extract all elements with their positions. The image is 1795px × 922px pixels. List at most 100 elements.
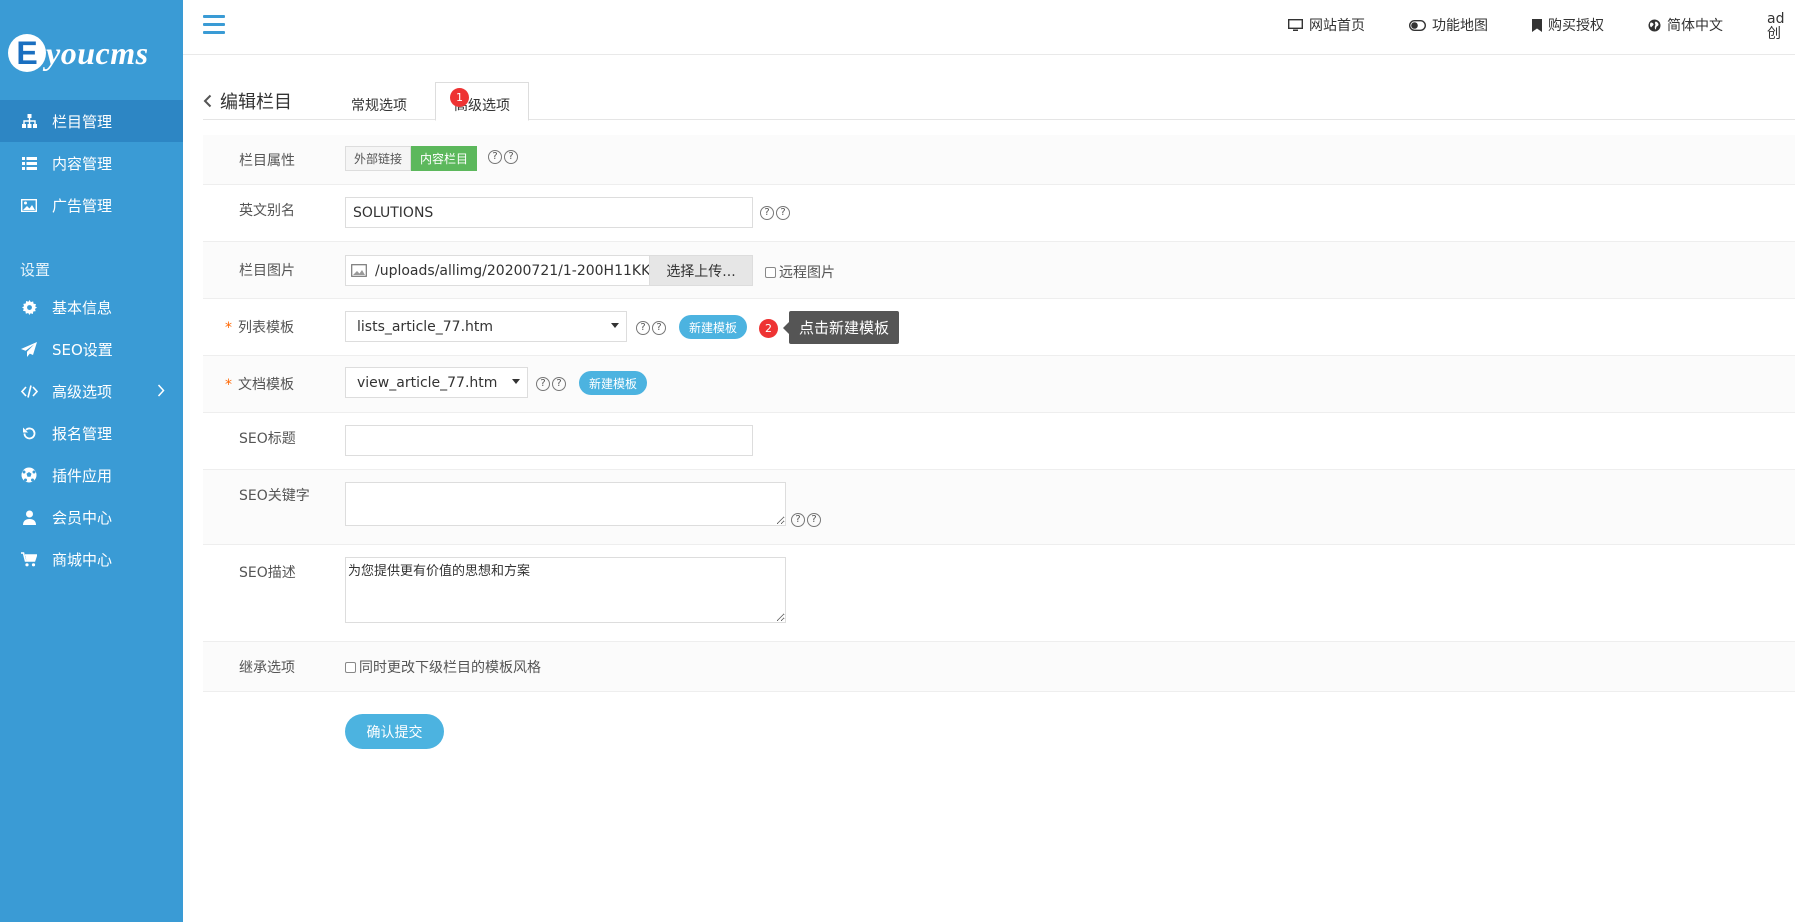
top-link-label: 功能地图 — [1432, 18, 1488, 34]
monitor-icon — [1288, 18, 1303, 31]
list-template-select[interactable]: lists_article_77.htm — [345, 311, 627, 342]
sidebar-item-shop[interactable]: 商城中心 — [0, 538, 183, 580]
sidebar-item-label: 会员中心 — [52, 508, 113, 527]
sidebar-item-members[interactable]: 会员中心 — [0, 496, 183, 538]
required-mark: * — [225, 377, 232, 393]
logo-text: youcms — [46, 34, 149, 71]
column-image-input[interactable]: /uploads/allimg/20200721/1-200H11KK44 选择… — [345, 255, 753, 286]
top-links: 网站首页 功能地图 购买授权 简体中文 ad 创 — [1288, 0, 1795, 50]
help-icon[interactable]: ? — [504, 150, 518, 164]
back-button[interactable]: 编辑栏目 — [203, 88, 292, 114]
sidebar-item-column[interactable]: 栏目管理 — [0, 100, 183, 142]
new-list-template-button[interactable]: 新建模板 — [679, 315, 748, 339]
sidebar-item-label: 插件应用 — [52, 466, 113, 485]
tab-advanced[interactable]: 高级选项 1 — [435, 82, 529, 121]
row-column-attribute: 栏目属性 外部链接 内容栏目 ?? — [203, 135, 1795, 185]
sidebar-item-label: SEO设置 — [52, 340, 113, 359]
row-english-alias: 英文别名 SOLUTIONS ?? — [203, 185, 1795, 242]
new-doc-template-button[interactable]: 新建模板 — [579, 371, 648, 395]
upload-button[interactable]: 选择上传... — [649, 256, 752, 285]
logo[interactable]: E youcms — [8, 30, 149, 76]
sidebar-item-label: 基本信息 — [52, 298, 113, 317]
seo-keywords-textarea[interactable] — [345, 482, 786, 526]
seo-title-input[interactable] — [345, 425, 753, 456]
dropdown-arrow-icon — [611, 323, 619, 328]
sidebar-item-content[interactable]: 内容管理 — [0, 142, 183, 184]
field-label: SEO标题 — [239, 431, 296, 447]
image-icon — [20, 196, 38, 214]
sidebar-item-seo[interactable]: SEO设置 — [0, 328, 183, 370]
sidebar: E youcms 栏目管理 内容管理 广告管理 设置 基本信息 SEO设置 高级… — [0, 0, 183, 922]
row-doc-template: * 文档模板 view_article_77.htm ?? 新建模板 — [203, 356, 1795, 413]
sidebar-item-plugins[interactable]: 插件应用 — [0, 454, 183, 496]
step-badge-1: 1 — [450, 88, 469, 107]
help-icon[interactable]: ? — [807, 513, 821, 527]
doc-template-select[interactable]: view_article_77.htm — [345, 367, 528, 398]
row-column-image: 栏目图片 /uploads/allimg/20200721/1-200H11KK… — [203, 242, 1795, 299]
top-link-language[interactable]: 简体中文 — [1648, 15, 1723, 35]
required-mark: * — [225, 320, 232, 336]
sitemap-icon — [20, 112, 38, 130]
help-icon[interactable]: ? — [488, 150, 502, 164]
edit-column-form: 栏目属性 外部链接 内容栏目 ?? 英文别名 SOLUTIONS ?? 栏目图片… — [203, 135, 1795, 749]
paper-plane-icon — [20, 340, 38, 358]
help-icon[interactable]: ? — [652, 321, 666, 335]
help-icon[interactable]: ? — [552, 377, 566, 391]
page-header: 编辑栏目 常规选项 高级选项 1 — [203, 80, 1795, 122]
image-icon — [351, 264, 367, 277]
inherit-checkbox[interactable] — [345, 662, 356, 673]
top-link-home[interactable]: 网站首页 — [1288, 15, 1365, 35]
chevron-left-icon — [203, 94, 212, 108]
remote-image-option[interactable]: 远程图片 — [765, 262, 835, 282]
chevron-right-icon — [157, 383, 165, 401]
row-seo-keywords: SEO关键字 ?? — [203, 470, 1795, 545]
inherit-label: 同时更改下级栏目的模板风格 — [359, 660, 541, 676]
sidebar-item-registration[interactable]: 报名管理 — [0, 412, 183, 454]
user-name: ad — [1767, 12, 1785, 27]
top-header: 网站首页 功能地图 购买授权 简体中文 ad 创 — [183, 0, 1795, 55]
field-label: SEO描述 — [239, 565, 296, 581]
row-inherit: 继承选项 同时更改下级栏目的模板风格 — [203, 642, 1795, 692]
refresh-icon — [20, 424, 38, 442]
help-icon[interactable]: ? — [791, 513, 805, 527]
help-icon[interactable]: ? — [760, 206, 774, 220]
top-link-license[interactable]: 购买授权 — [1532, 15, 1604, 35]
code-icon — [20, 382, 38, 400]
selected-value: lists_article_77.htm — [357, 318, 494, 335]
tab-general[interactable]: 常规选项 — [333, 88, 425, 122]
sidebar-item-ads[interactable]: 广告管理 — [0, 184, 183, 226]
field-label: * 列表模板 — [225, 320, 294, 336]
english-alias-input[interactable]: SOLUTIONS — [345, 197, 753, 228]
row-list-template: * 列表模板 lists_article_77.htm ?? 新建模板 2 点击新… — [203, 299, 1795, 356]
sidebar-item-label: 广告管理 — [52, 196, 113, 215]
user-role: 创 — [1767, 26, 1781, 42]
help-icon[interactable]: ? — [536, 377, 550, 391]
remote-image-checkbox[interactable] — [765, 267, 776, 278]
field-label: 栏目图片 — [239, 263, 295, 279]
dropdown-arrow-icon — [512, 379, 520, 384]
sidebar-item-basic-info[interactable]: 基本信息 — [0, 286, 183, 328]
field-label: 继承选项 — [239, 660, 295, 676]
tooltip: 点击新建模板 — [782, 311, 900, 344]
seo-description-textarea[interactable] — [345, 557, 786, 623]
option-external-link[interactable]: 外部链接 — [345, 146, 412, 171]
row-seo-title: SEO标题 — [203, 413, 1795, 470]
bookmark-icon — [1532, 18, 1542, 32]
sidebar-item-label: 商城中心 — [52, 550, 113, 569]
user-menu[interactable]: ad 创 — [1767, 12, 1795, 42]
inherit-option[interactable]: 同时更改下级栏目的模板风格 — [345, 657, 541, 677]
field-label: SEO关键字 — [239, 488, 310, 504]
help-icons: ?? — [536, 377, 568, 391]
menu-toggle-icon[interactable] — [203, 15, 225, 35]
sidebar-section-settings: 设置 — [20, 261, 51, 279]
help-icon[interactable]: ? — [776, 206, 790, 220]
submit-button[interactable]: 确认提交 — [345, 714, 444, 749]
help-icons: ?? — [791, 513, 823, 527]
help-icon[interactable]: ? — [636, 321, 650, 335]
option-content-column[interactable]: 内容栏目 — [411, 146, 478, 171]
field-label: 栏目属性 — [239, 153, 295, 169]
sidebar-item-advanced[interactable]: 高级选项 — [0, 370, 183, 412]
help-icons: ?? — [760, 206, 792, 220]
top-link-map[interactable]: 功能地图 — [1409, 15, 1488, 35]
globe-icon — [1648, 19, 1661, 31]
